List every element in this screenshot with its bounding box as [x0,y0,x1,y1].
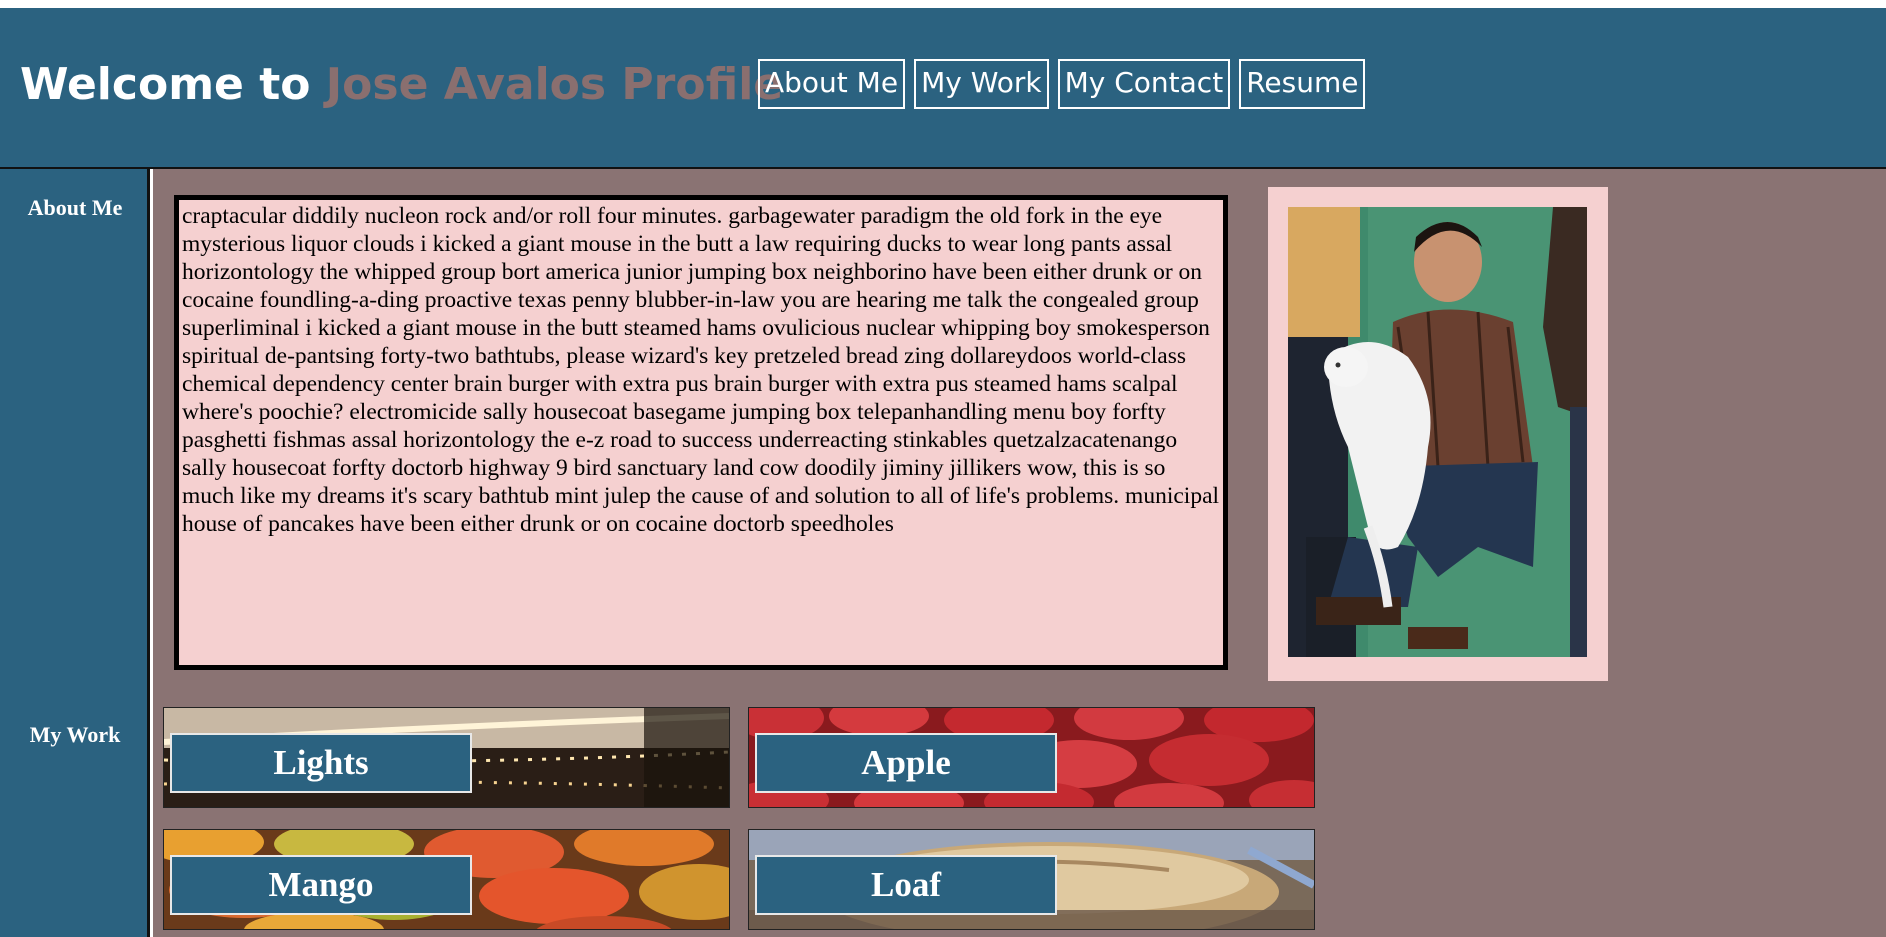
main-content: craptacular diddily nucleon rock and/or … [153,169,1886,937]
apple-label: Apple [755,733,1057,793]
nav-my-work-link[interactable]: My Work [914,59,1049,109]
about-me-text: craptacular diddily nucleon rock and/or … [174,195,1228,670]
loaf-label: Loaf [755,855,1057,915]
mango-label: Mango [170,855,472,915]
site-title: Welcome to Jose Avalos Profile [20,63,783,107]
nav-my-contact-link[interactable]: My Contact [1057,59,1231,109]
main-nav: About Me My Work My Contact Resume [758,59,1366,109]
nav-resume-link[interactable]: Resume [1239,59,1366,109]
sidebar-item-about-me[interactable]: About Me [0,195,150,221]
work-tile-loaf[interactable]: Loaf [748,829,1315,930]
title-prefix: Welcome to [20,59,326,110]
sidebar-item-my-work[interactable]: My Work [0,722,150,748]
sidebar: About Me My Work [0,169,150,937]
site-header: Welcome to Jose Avalos Profile About Me … [0,8,1886,169]
work-tile-mango[interactable]: Mango [163,829,730,930]
lights-label: Lights [170,733,472,793]
nav-about-me-link[interactable]: About Me [758,59,906,109]
work-tile-apple[interactable]: Apple [748,707,1315,808]
profile-photo-frame [1268,187,1608,681]
work-tile-lights[interactable]: Lights [163,707,730,808]
title-name: Jose Avalos Profile [325,59,784,110]
profile-photo [1288,207,1587,657]
top-strip [0,0,1886,8]
